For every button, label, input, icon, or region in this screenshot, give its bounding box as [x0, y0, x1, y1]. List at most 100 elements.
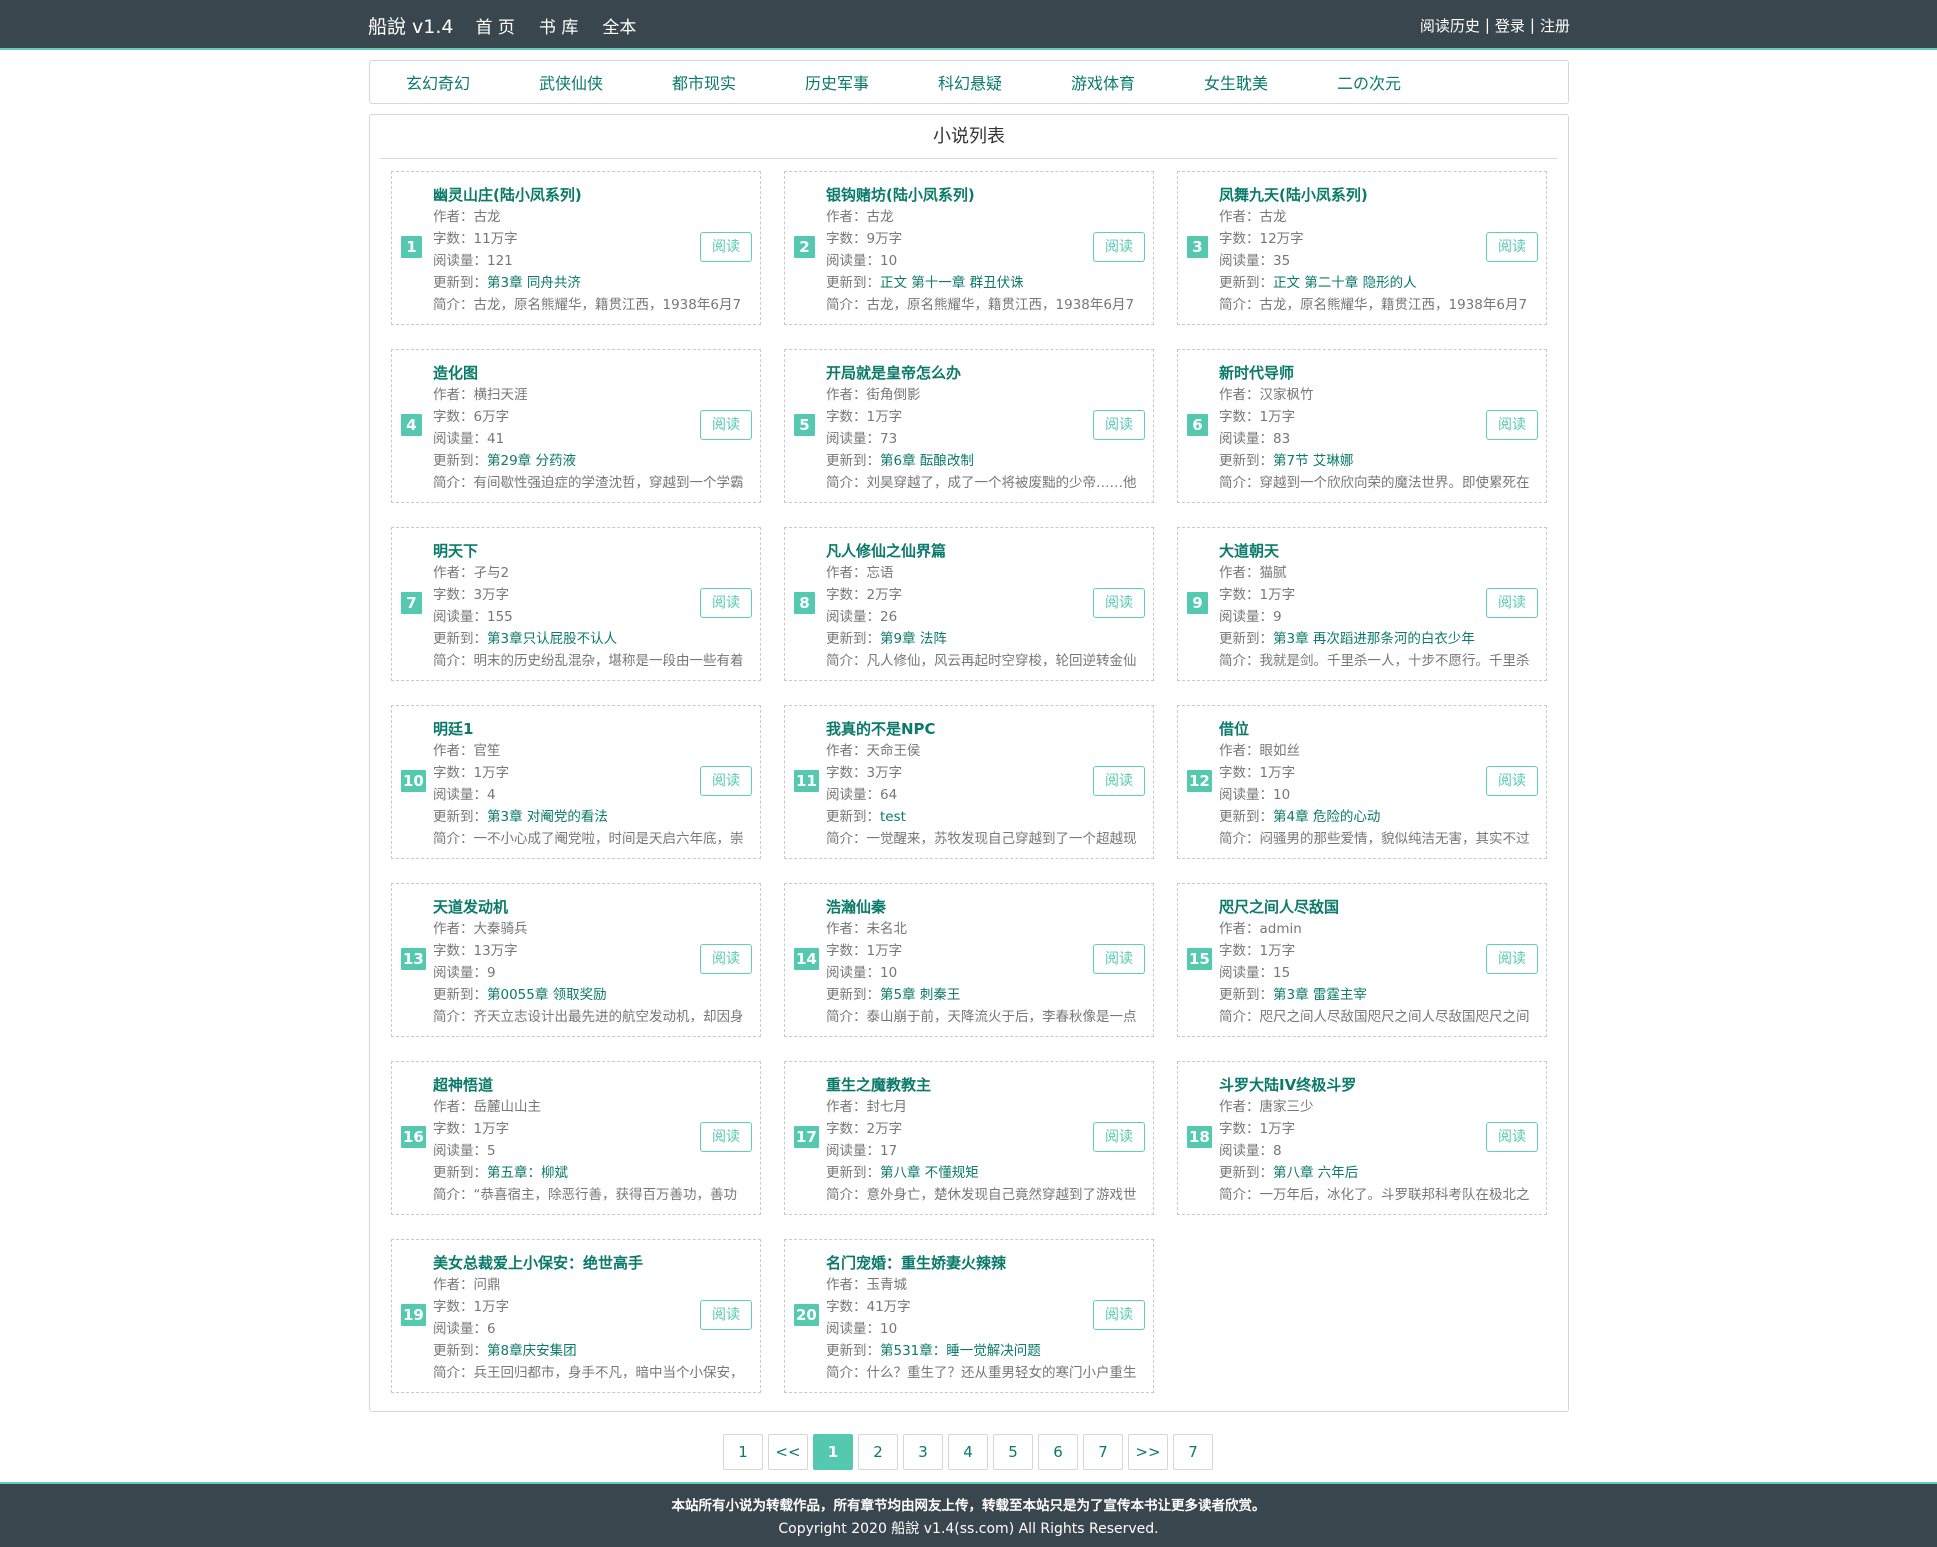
page-button[interactable]: 1	[813, 1434, 853, 1470]
latest-chapter-link[interactable]: 第6章 酝酿改制	[880, 453, 974, 469]
nav-home[interactable]: 首 页	[476, 13, 515, 38]
novel-card: 19 美女总裁爱上小保安：绝世高手 作者：问鼎 字数：1万字 阅读量：6 更新到：第8章庆…	[391, 1239, 761, 1393]
intro-value: 一觉醒来，苏牧发现自己穿越到了一个超越现	[866, 831, 1137, 847]
latest-chapter-link[interactable]: 第3章 雷霆主宰	[1273, 987, 1367, 1003]
latest-chapter-link[interactable]: 第八章 不懂规矩	[880, 1165, 979, 1181]
novel-title-link[interactable]: 造化图	[433, 362, 753, 384]
words-value: 1万字	[1259, 587, 1296, 603]
novel-intro: 简介：兵王回归都市，身手不凡，暗中当个小保安，	[433, 1362, 753, 1384]
novel-title-link[interactable]: 新时代导师	[1219, 362, 1539, 384]
latest-chapter-link[interactable]: 第五章：柳斌	[487, 1165, 568, 1181]
latest-chapter-link[interactable]: 第八章 六年后	[1273, 1165, 1358, 1181]
read-button[interactable]: 阅读	[1093, 410, 1145, 440]
login-link[interactable]: 登录	[1495, 15, 1525, 36]
read-button[interactable]: 阅读	[1486, 410, 1538, 440]
category-scifi[interactable]: 科幻悬疑	[938, 70, 1071, 94]
latest-chapter-link[interactable]: 第9章 法阵	[880, 631, 947, 647]
latest-chapter-link[interactable]: 第531章：睡一觉解决问题	[880, 1343, 1041, 1359]
page-button[interactable]: 2	[858, 1434, 898, 1470]
latest-chapter-link[interactable]: 第3章只认屁股不认人	[487, 631, 617, 647]
category-fantasy[interactable]: 玄幻奇幻	[406, 70, 539, 94]
reads-value: 8	[1273, 1143, 1282, 1159]
site-brand[interactable]: 船說 v1.4	[368, 12, 454, 39]
novel-title-link[interactable]: 美女总裁爱上小保安：绝世高手	[433, 1252, 753, 1274]
last-page-button[interactable]: 7	[1173, 1434, 1213, 1470]
latest-chapter-link[interactable]: 第3章 同舟共济	[487, 275, 581, 291]
read-button[interactable]: 阅读	[1486, 588, 1538, 618]
novel-title-link[interactable]: 名门宠婚：重生娇妻火辣辣	[826, 1252, 1146, 1274]
latest-chapter-link[interactable]: 第0055章 领取奖励	[487, 987, 607, 1003]
novel-title-link[interactable]: 斗罗大陆IV终极斗罗	[1219, 1074, 1539, 1096]
novel-author: 作者：横扫天涯	[433, 384, 753, 406]
novel-intro: 简介：咫尺之间人尽敌国咫尺之间人尽敌国咫尺之间	[1219, 1006, 1539, 1028]
novel-author: 作者：岳麓山山主	[433, 1096, 753, 1118]
first-page-button[interactable]: 1	[723, 1434, 763, 1470]
prev-page-button[interactable]: <<	[768, 1434, 808, 1470]
nav-library[interactable]: 书 库	[539, 13, 578, 38]
latest-chapter-link[interactable]: 第5章 刺秦王	[880, 987, 960, 1003]
read-button[interactable]: 阅读	[700, 588, 752, 618]
author-label: 作者：	[433, 387, 474, 403]
category-urban[interactable]: 都市现实	[672, 70, 805, 94]
read-button[interactable]: 阅读	[1093, 944, 1145, 974]
novel-title-link[interactable]: 凤舞九天(陆小凤系列)	[1219, 184, 1539, 206]
latest-chapter-link[interactable]: 正文 第二十章 隐形的人	[1273, 275, 1417, 291]
read-button[interactable]: 阅读	[1093, 1122, 1145, 1152]
novel-title-link[interactable]: 借位	[1219, 718, 1539, 740]
novel-title-link[interactable]: 超神悟道	[433, 1074, 753, 1096]
read-button[interactable]: 阅读	[700, 410, 752, 440]
latest-chapter-link[interactable]: 第4章 危险的心动	[1273, 809, 1380, 825]
novel-title-link[interactable]: 咫尺之间人尽敌国	[1219, 896, 1539, 918]
intro-label: 简介：	[433, 653, 474, 669]
novel-title-link[interactable]: 凡人修仙之仙界篇	[826, 540, 1146, 562]
latest-chapter-link[interactable]: 第7节 艾琳娜	[1273, 453, 1353, 469]
novel-card: 17 重生之魔教教主 作者：封七月 字数：2万字 阅读量：17 更新到：第八章 不懂规矩简…	[784, 1061, 1154, 1215]
read-button[interactable]: 阅读	[700, 944, 752, 974]
read-button[interactable]: 阅读	[1486, 232, 1538, 262]
novel-title-link[interactable]: 重生之魔教教主	[826, 1074, 1146, 1096]
read-button[interactable]: 阅读	[1486, 766, 1538, 796]
latest-chapter-link[interactable]: 第29章 分药液	[487, 453, 576, 469]
page-button[interactable]: 4	[948, 1434, 988, 1470]
register-link[interactable]: 注册	[1540, 15, 1570, 36]
novel-title-link[interactable]: 大道朝天	[1219, 540, 1539, 562]
page-button[interactable]: 5	[993, 1434, 1033, 1470]
category-wuxia[interactable]: 武侠仙侠	[539, 70, 672, 94]
read-button[interactable]: 阅读	[1093, 766, 1145, 796]
category-female[interactable]: 女生耽美	[1204, 70, 1337, 94]
nav-completed[interactable]: 全本	[602, 13, 636, 38]
category-games[interactable]: 游戏体育	[1071, 70, 1204, 94]
page-button[interactable]: 7	[1083, 1434, 1123, 1470]
novel-author: 作者：孑与2	[433, 562, 753, 584]
category-history[interactable]: 历史军事	[805, 70, 938, 94]
page-button[interactable]: 3	[903, 1434, 943, 1470]
read-button[interactable]: 阅读	[700, 766, 752, 796]
novel-title-link[interactable]: 明天下	[433, 540, 753, 562]
latest-chapter-link[interactable]: 第8章庆安集团	[487, 1343, 577, 1359]
novel-title-link[interactable]: 明廷1	[433, 718, 753, 740]
read-button[interactable]: 阅读	[700, 1122, 752, 1152]
novel-title-link[interactable]: 幽灵山庄(陆小凤系列)	[433, 184, 753, 206]
reading-history-link[interactable]: 阅读历史	[1420, 15, 1480, 36]
read-button[interactable]: 阅读	[1093, 232, 1145, 262]
latest-chapter-link[interactable]: 第3章 对阉党的看法	[487, 809, 608, 825]
novel-title-link[interactable]: 我真的不是NPC	[826, 718, 1146, 740]
page-button[interactable]: 6	[1038, 1434, 1078, 1470]
novel-title-link[interactable]: 银钩赌坊(陆小凤系列)	[826, 184, 1146, 206]
novel-title-link[interactable]: 天道发动机	[433, 896, 753, 918]
next-page-button[interactable]: >>	[1128, 1434, 1168, 1470]
read-button[interactable]: 阅读	[700, 1300, 752, 1330]
novel-title-link[interactable]: 开局就是皇帝怎么办	[826, 362, 1146, 384]
novel-title-link[interactable]: 浩瀚仙秦	[826, 896, 1146, 918]
latest-chapter-link[interactable]: test	[880, 809, 906, 825]
latest-chapter-link[interactable]: 第3章 再次蹈进那条河的白衣少年	[1273, 631, 1475, 647]
author-label: 作者：	[1219, 209, 1260, 225]
latest-chapter-link[interactable]: 正文 第十一章 群丑伏诛	[880, 275, 1024, 291]
read-button[interactable]: 阅读	[1093, 1300, 1145, 1330]
category-acg[interactable]: 二の次元	[1337, 70, 1470, 94]
read-button[interactable]: 阅读	[1093, 588, 1145, 618]
read-button[interactable]: 阅读	[1486, 944, 1538, 974]
words-value: 41万字	[866, 1299, 911, 1315]
read-button[interactable]: 阅读	[700, 232, 752, 262]
read-button[interactable]: 阅读	[1486, 1122, 1538, 1152]
